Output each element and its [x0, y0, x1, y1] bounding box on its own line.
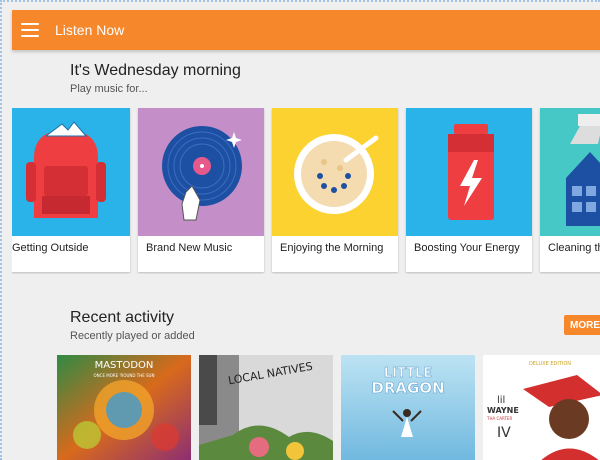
- album-lil-wayne[interactable]: DELUXE EDITION lil WAYNE THA CARTER IV: [483, 355, 600, 460]
- card-enjoying-the-morning[interactable]: Enjoying the Morning: [272, 108, 398, 272]
- album-title-text-2: DRAGON: [371, 379, 444, 397]
- album-subtitle-text: ONCE MORE 'ROUND THE SUN: [94, 373, 155, 378]
- activity-cards: Getting Outside Brand New Music Enjoying…: [12, 108, 600, 274]
- greeting-subtitle: Play music for...: [70, 83, 148, 95]
- card-label: Cleaning th: [548, 242, 600, 254]
- card-label: Enjoying the Morning: [280, 242, 384, 254]
- album-line4-text: IV: [497, 425, 511, 441]
- house-icon: [540, 108, 600, 236]
- card-label: Getting Outside: [12, 242, 89, 254]
- album-line3-text: THA CARTER: [486, 416, 512, 421]
- battery-icon: [406, 108, 532, 236]
- app-title: Listen Now: [55, 22, 125, 38]
- album-banner-text: DELUXE EDITION: [529, 361, 571, 367]
- card-label: Boosting Your Energy: [414, 242, 520, 254]
- album-mastodon[interactable]: MASTODON ONCE MORE 'ROUND THE SUN: [57, 355, 191, 460]
- app-bar: Listen Now: [12, 10, 600, 50]
- card-label: Brand New Music: [146, 242, 233, 254]
- recent-activity-subtitle: Recently played or added: [70, 330, 195, 342]
- backpack-icon: [12, 108, 130, 236]
- album-little-dragon[interactable]: LITTLE DRAGON: [341, 355, 475, 460]
- card-cleaning[interactable]: Cleaning th: [540, 108, 600, 272]
- album-title-text: MASTODON: [95, 360, 154, 371]
- recent-activity-title: Recent activity: [70, 309, 175, 326]
- vinyl-record-icon: [138, 108, 264, 236]
- album-line2-text: WAYNE: [487, 406, 519, 415]
- album-local-natives[interactable]: LOCAL NATIVES: [199, 355, 333, 460]
- cereal-bowl-icon: [272, 108, 398, 236]
- app-window: Listen Now It's Wednesday morning Play m…: [0, 0, 600, 460]
- more-button[interactable]: MORE: [564, 315, 600, 335]
- card-getting-outside[interactable]: Getting Outside: [12, 108, 130, 272]
- card-brand-new-music[interactable]: Brand New Music: [138, 108, 264, 272]
- album-line1-text: lil: [497, 395, 505, 406]
- recent-albums: MASTODON ONCE MORE 'ROUND THE SUN LOCAL …: [57, 355, 600, 460]
- card-boosting-your-energy[interactable]: Boosting Your Energy: [406, 108, 532, 272]
- menu-icon[interactable]: [21, 23, 39, 37]
- greeting-title: It's Wednesday morning: [70, 62, 241, 79]
